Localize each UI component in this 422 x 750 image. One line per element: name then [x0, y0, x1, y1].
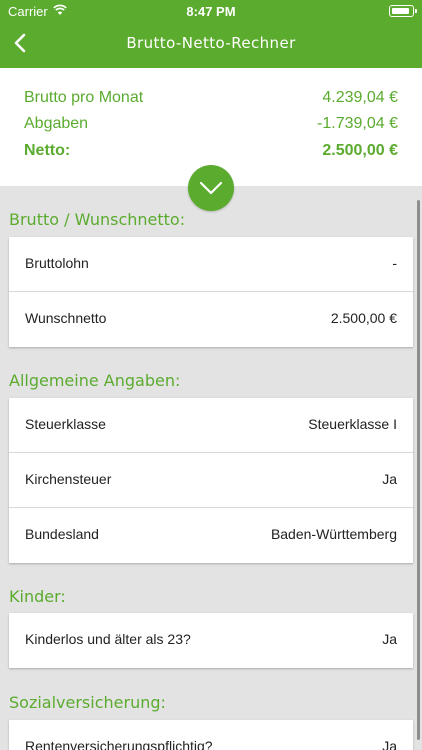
row-wunschnetto[interactable]: Wunschnetto 2.500,00 €: [9, 292, 413, 347]
summary-row-abgaben: Abgaben -1.739,04 €: [24, 115, 398, 137]
expand-summary-button[interactable]: [188, 165, 234, 211]
summary-row-brutto: Brutto pro Monat 4.239,04 €: [24, 89, 398, 111]
row-label: Bruttolohn: [25, 255, 89, 271]
section-header-allgemein: Allgemeine Angaben:: [9, 371, 181, 390]
row-label: Steuerklasse: [25, 416, 106, 432]
row-kinderlos[interactable]: Kinderlos und älter als 23? Ja: [9, 613, 413, 668]
row-kirchensteuer[interactable]: Kirchensteuer Ja: [9, 453, 413, 508]
row-value: 2.500,00 €: [330, 310, 397, 326]
page-title: Brutto-Netto-Rechner: [126, 34, 296, 52]
summary-value: 4.239,04 €: [322, 89, 398, 106]
row-label: Kinderlos und älter als 23?: [25, 631, 191, 647]
row-value: Ja: [382, 471, 397, 487]
section-header-brutto: Brutto / Wunschnetto:: [9, 210, 186, 229]
summary-label: Netto:: [24, 142, 71, 159]
row-value: Ja: [382, 738, 397, 750]
row-label: Rentenversicherungspflichtig?: [25, 738, 213, 750]
summary-label: Abgaben: [24, 115, 89, 132]
section-header-sozialversicherung: Sozialversicherung:: [9, 693, 166, 712]
card-sozialversicherung: Rentenversicherungspflichtig? Ja: [9, 720, 413, 750]
scrollbar[interactable]: [417, 200, 420, 740]
row-value: Baden-Württemberg: [270, 526, 397, 542]
top-bar: Carrier 8:47 PM Brutto-Netto-Rechner: [0, 0, 422, 68]
summary-label: Brutto pro Monat: [24, 89, 144, 106]
row-value: Steuerklasse I: [308, 416, 397, 432]
card-allgemein: Steuerklasse Steuerklasse I Kirchensteue…: [9, 398, 413, 563]
card-kinder: Kinderlos und älter als 23? Ja: [9, 613, 413, 668]
row-label: Kirchensteuer: [25, 471, 112, 487]
summary-value: -1.739,04 €: [317, 115, 398, 132]
summary-row-netto: Netto: 2.500,00 €: [24, 142, 398, 164]
row-label: Wunschnetto: [25, 310, 107, 326]
clock: 8:47 PM: [186, 4, 236, 19]
status-bar: Carrier 8:47 PM: [0, 0, 422, 22]
battery-icon: [389, 5, 417, 17]
row-bruttolohn[interactable]: Bruttolohn -: [9, 237, 413, 292]
section-header-kinder: Kinder:: [9, 587, 66, 606]
chevron-down-icon: [199, 181, 223, 195]
summary-value: 2.500,00 €: [322, 142, 398, 159]
row-label: Bundesland: [25, 526, 99, 542]
row-value: -: [392, 255, 397, 271]
row-bundesland[interactable]: Bundesland Baden-Württemberg: [9, 508, 413, 563]
card-brutto: Bruttolohn - Wunschnetto 2.500,00 €: [9, 237, 413, 347]
row-value: Ja: [382, 631, 397, 647]
row-steuerklasse[interactable]: Steuerklasse Steuerklasse I: [9, 398, 413, 453]
row-rentenversicherung[interactable]: Rentenversicherungspflichtig? Ja: [9, 720, 413, 750]
